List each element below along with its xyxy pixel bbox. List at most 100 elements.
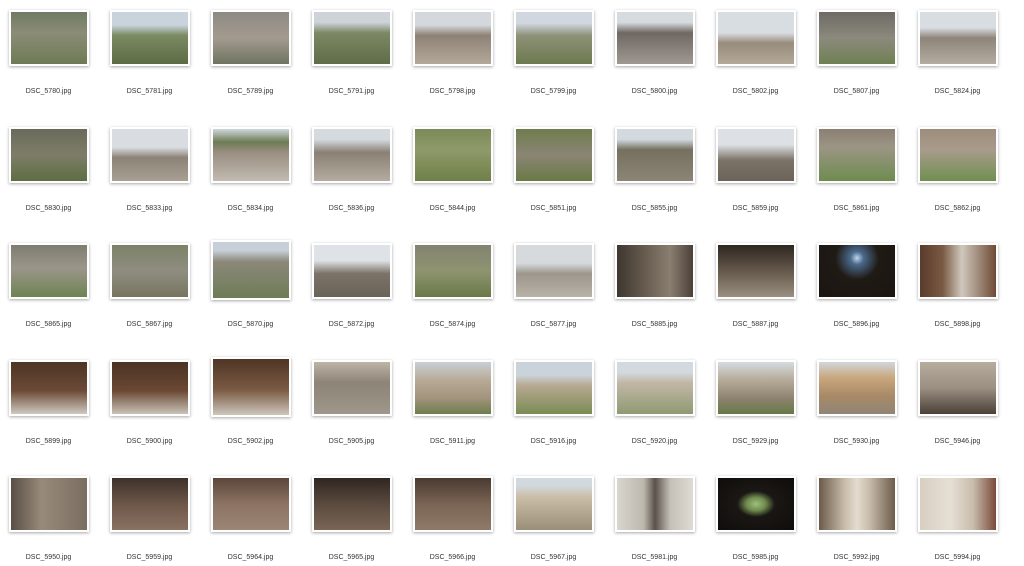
file-item[interactable]: DSC_5833.jpg — [101, 121, 202, 237]
file-item[interactable]: DSC_5920.jpg — [606, 354, 707, 470]
file-thumbnail[interactable] — [514, 243, 594, 299]
file-item[interactable]: DSC_5900.jpg — [101, 354, 202, 470]
file-item[interactable]: DSC_5877.jpg — [505, 237, 606, 353]
file-name-label[interactable]: DSC_5896.jpg — [808, 321, 905, 328]
file-item[interactable]: DSC_5799.jpg — [505, 4, 606, 120]
file-thumbnail[interactable] — [312, 243, 392, 299]
file-thumbnail[interactable] — [817, 243, 897, 299]
file-name-label[interactable]: DSC_5855.jpg — [606, 205, 703, 212]
file-name-label[interactable]: DSC_5824.jpg — [909, 88, 1006, 95]
file-name-label[interactable]: DSC_5885.jpg — [606, 321, 703, 328]
file-thumbnail[interactable] — [615, 10, 695, 66]
file-item[interactable]: DSC_5874.jpg — [404, 237, 505, 353]
file-thumbnail[interactable] — [211, 127, 291, 183]
file-name-label[interactable]: DSC_5946.jpg — [909, 438, 1006, 445]
file-thumbnail[interactable] — [716, 360, 796, 416]
file-name-label[interactable]: DSC_5902.jpg — [202, 438, 299, 445]
file-thumbnail[interactable] — [615, 127, 695, 183]
file-thumbnail[interactable] — [716, 476, 796, 532]
file-item[interactable]: DSC_5964.jpg — [202, 470, 303, 566]
file-thumbnail[interactable] — [413, 10, 493, 66]
file-thumbnail[interactable] — [413, 127, 493, 183]
file-thumbnail[interactable] — [9, 360, 89, 416]
file-name-label[interactable]: DSC_5781.jpg — [101, 88, 198, 95]
file-thumbnail[interactable] — [9, 10, 89, 66]
file-item[interactable]: DSC_5802.jpg — [707, 4, 808, 120]
file-name-label[interactable]: DSC_5887.jpg — [707, 321, 804, 328]
file-item[interactable]: DSC_5930.jpg — [808, 354, 909, 470]
file-item[interactable]: DSC_5885.jpg — [606, 237, 707, 353]
file-item[interactable]: DSC_5967.jpg — [505, 470, 606, 566]
file-item[interactable]: DSC_5834.jpg — [202, 121, 303, 237]
file-thumbnail[interactable] — [514, 360, 594, 416]
file-name-label[interactable]: DSC_5920.jpg — [606, 438, 703, 445]
file-item[interactable]: DSC_5862.jpg — [909, 121, 1010, 237]
file-item[interactable]: DSC_5929.jpg — [707, 354, 808, 470]
file-item[interactable]: DSC_5992.jpg — [808, 470, 909, 566]
file-thumbnail[interactable] — [817, 476, 897, 532]
file-item[interactable]: DSC_5870.jpg — [202, 237, 303, 353]
file-name-label[interactable]: DSC_5800.jpg — [606, 88, 703, 95]
file-item[interactable]: DSC_5851.jpg — [505, 121, 606, 237]
file-name-label[interactable]: DSC_5905.jpg — [303, 438, 400, 445]
file-item[interactable]: DSC_5898.jpg — [909, 237, 1010, 353]
file-item[interactable]: DSC_5981.jpg — [606, 470, 707, 566]
file-thumbnail[interactable] — [514, 127, 594, 183]
file-item[interactable]: DSC_5896.jpg — [808, 237, 909, 353]
file-name-label[interactable]: DSC_5867.jpg — [101, 321, 198, 328]
file-thumbnail[interactable] — [312, 360, 392, 416]
file-item[interactable]: DSC_5911.jpg — [404, 354, 505, 470]
file-name-label[interactable]: DSC_5799.jpg — [505, 88, 602, 95]
file-item[interactable]: DSC_5798.jpg — [404, 4, 505, 120]
file-name-label[interactable]: DSC_5798.jpg — [404, 88, 501, 95]
file-item[interactable]: DSC_5855.jpg — [606, 121, 707, 237]
file-name-label[interactable]: DSC_5899.jpg — [0, 438, 97, 445]
file-thumbnail[interactable] — [312, 127, 392, 183]
file-thumbnail[interactable] — [918, 360, 998, 416]
file-thumbnail[interactable] — [9, 127, 89, 183]
file-name-label[interactable]: DSC_5967.jpg — [505, 554, 602, 561]
file-item[interactable]: DSC_5861.jpg — [808, 121, 909, 237]
file-name-label[interactable]: DSC_5862.jpg — [909, 205, 1006, 212]
file-name-label[interactable]: DSC_5964.jpg — [202, 554, 299, 561]
file-thumbnail[interactable] — [110, 10, 190, 66]
file-item[interactable]: DSC_5966.jpg — [404, 470, 505, 566]
file-name-label[interactable]: DSC_5994.jpg — [909, 554, 1006, 561]
file-item[interactable]: DSC_5946.jpg — [909, 354, 1010, 470]
file-name-label[interactable]: DSC_5929.jpg — [707, 438, 804, 445]
file-thumbnail[interactable] — [211, 240, 291, 300]
file-item[interactable]: DSC_5916.jpg — [505, 354, 606, 470]
file-thumbnail[interactable] — [312, 10, 392, 66]
file-item[interactable]: DSC_5867.jpg — [101, 237, 202, 353]
file-thumbnail[interactable] — [211, 10, 291, 66]
file-name-label[interactable]: DSC_5807.jpg — [808, 88, 905, 95]
file-thumbnail[interactable] — [211, 476, 291, 532]
file-thumbnail[interactable] — [110, 360, 190, 416]
file-name-label[interactable]: DSC_5865.jpg — [0, 321, 97, 328]
file-item[interactable]: DSC_5800.jpg — [606, 4, 707, 120]
file-item[interactable]: DSC_5830.jpg — [0, 121, 101, 237]
file-thumbnail[interactable] — [514, 476, 594, 532]
file-thumbnail[interactable] — [817, 127, 897, 183]
file-item[interactable]: DSC_5824.jpg — [909, 4, 1010, 120]
file-item[interactable]: DSC_5859.jpg — [707, 121, 808, 237]
file-name-label[interactable]: DSC_5992.jpg — [808, 554, 905, 561]
file-name-label[interactable]: DSC_5834.jpg — [202, 205, 299, 212]
file-name-label[interactable]: DSC_5870.jpg — [202, 321, 299, 328]
file-thumbnail[interactable] — [110, 476, 190, 532]
file-thumbnail[interactable] — [615, 476, 695, 532]
file-item[interactable]: DSC_5985.jpg — [707, 470, 808, 566]
file-name-label[interactable]: DSC_5844.jpg — [404, 205, 501, 212]
file-item[interactable]: DSC_5836.jpg — [303, 121, 404, 237]
file-item[interactable]: DSC_5789.jpg — [202, 4, 303, 120]
file-thumbnail[interactable] — [514, 10, 594, 66]
file-name-label[interactable]: DSC_5985.jpg — [707, 554, 804, 561]
file-name-label[interactable]: DSC_5833.jpg — [101, 205, 198, 212]
file-thumbnail[interactable] — [716, 243, 796, 299]
file-item[interactable]: DSC_5791.jpg — [303, 4, 404, 120]
file-item[interactable]: DSC_5905.jpg — [303, 354, 404, 470]
file-name-label[interactable]: DSC_5916.jpg — [505, 438, 602, 445]
file-name-label[interactable]: DSC_5789.jpg — [202, 88, 299, 95]
file-name-label[interactable]: DSC_5872.jpg — [303, 321, 400, 328]
file-name-label[interactable]: DSC_5780.jpg — [0, 88, 97, 95]
